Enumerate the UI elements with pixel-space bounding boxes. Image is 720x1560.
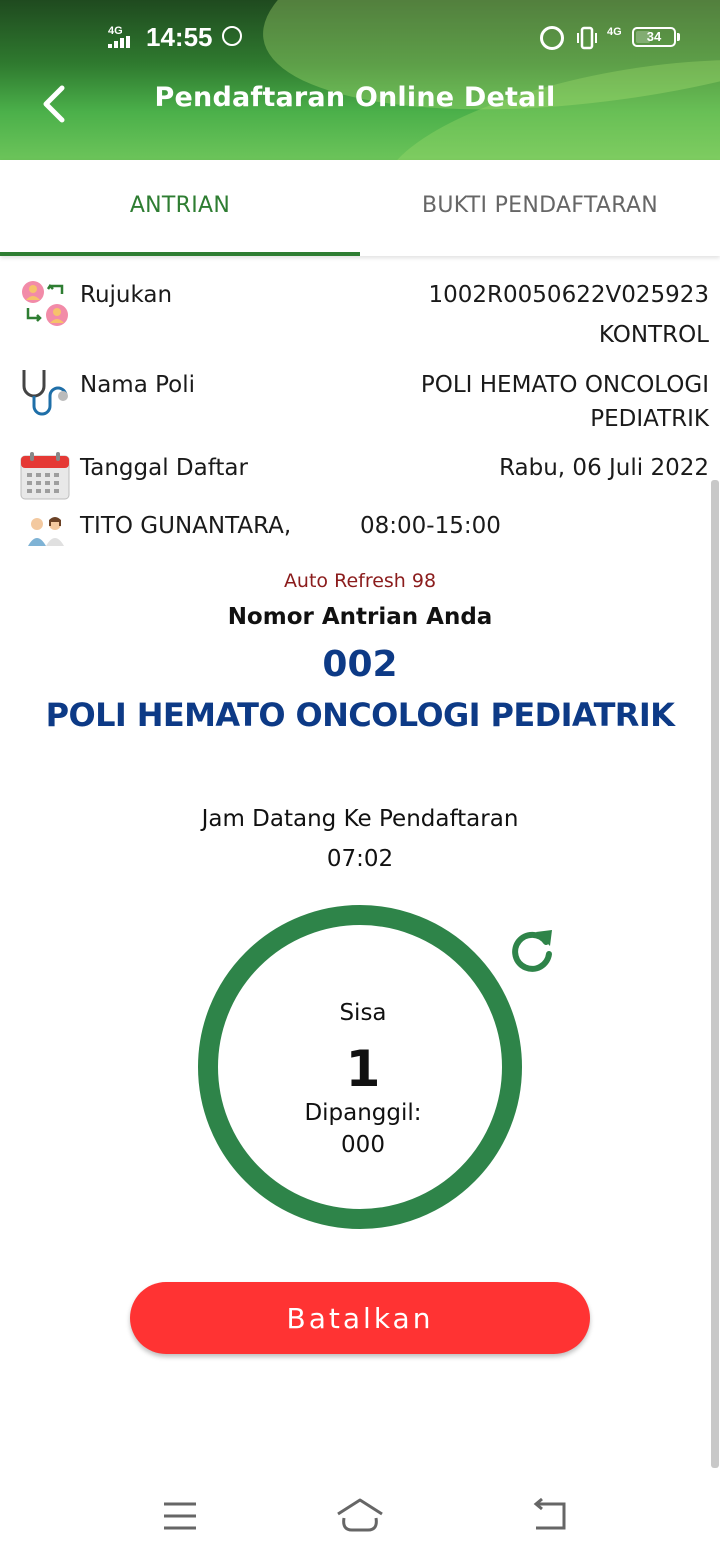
whatsapp-icon: [222, 26, 242, 46]
rujukan-type: KONTROL: [598, 322, 709, 348]
alarm-icon: [540, 26, 564, 50]
page-title: Pendaftaran Online Detail: [154, 82, 556, 113]
doctor-name: TITO GUNANTARA,: [80, 513, 292, 539]
tab-bar: ANTRIAN BUKTI PENDAFTARAN: [0, 160, 720, 256]
tanggal-daftar-label: Tanggal Daftar: [80, 455, 248, 481]
remaining-label: Sisa: [339, 1000, 387, 1026]
vibrate-icon: [577, 26, 597, 50]
scrollbar[interactable]: [711, 480, 719, 1468]
tab-bukti-pendaftaran[interactable]: BUKTI PENDAFTARAN: [360, 160, 720, 256]
nama-poli-label: Nama Poli: [80, 372, 196, 398]
status-bar: 4G 14:55 4G 34: [0, 0, 720, 70]
home-icon[interactable]: [330, 1494, 390, 1538]
signal-icon: [108, 36, 138, 48]
tab-antrian[interactable]: ANTRIAN: [0, 160, 360, 256]
battery-icon: 34: [632, 27, 676, 47]
stethoscope-icon: [22, 370, 68, 416]
rujukan-label: Rujukan: [80, 282, 173, 308]
network-type-right: 4G: [607, 26, 622, 38]
doctors-icon: [28, 517, 64, 546]
status-time: 14:55: [146, 22, 213, 52]
called-label: Dipanggil:: [304, 1100, 422, 1126]
called-number: 000: [341, 1132, 385, 1158]
nama-poli-value-line2: PEDIATRIK: [590, 406, 709, 432]
system-nav-bar: [0, 1470, 720, 1560]
menu-icon[interactable]: [150, 1494, 210, 1538]
queue-poli-name: POLI HEMATO ONCOLOGI PEDIATRIK: [45, 696, 675, 734]
tanggal-daftar-value: Rabu, 06 Juli 2022: [499, 455, 709, 481]
referral-icon: [22, 281, 68, 326]
auto-refresh-counter: Auto Refresh 98: [283, 570, 437, 592]
doctor-hours: 08:00-15:00: [360, 513, 501, 539]
calendar-icon: [20, 452, 70, 500]
battery-level: 34: [646, 29, 662, 44]
arrival-time-value: 07:02: [326, 846, 394, 872]
refresh-icon[interactable]: [506, 924, 558, 976]
queue-number-label: Nomor Antrian Anda: [227, 604, 493, 630]
rujukan-value: 1002R0050622V025923: [428, 282, 709, 308]
nama-poli-value: POLI HEMATO ONCOLOGI: [420, 372, 709, 398]
app-header: 4G 14:55 4G 34 Pendaftaran Online Detail: [0, 0, 720, 160]
battery-tip: [677, 33, 680, 41]
back-icon[interactable]: [520, 1494, 580, 1538]
queue-number: 002: [322, 644, 398, 685]
remaining-count: 1: [345, 1040, 381, 1098]
arrival-time-label: Jam Datang Ke Pendaftaran: [201, 806, 519, 832]
cancel-button[interactable]: Batalkan: [130, 1282, 590, 1354]
active-tab-indicator: [0, 252, 360, 256]
